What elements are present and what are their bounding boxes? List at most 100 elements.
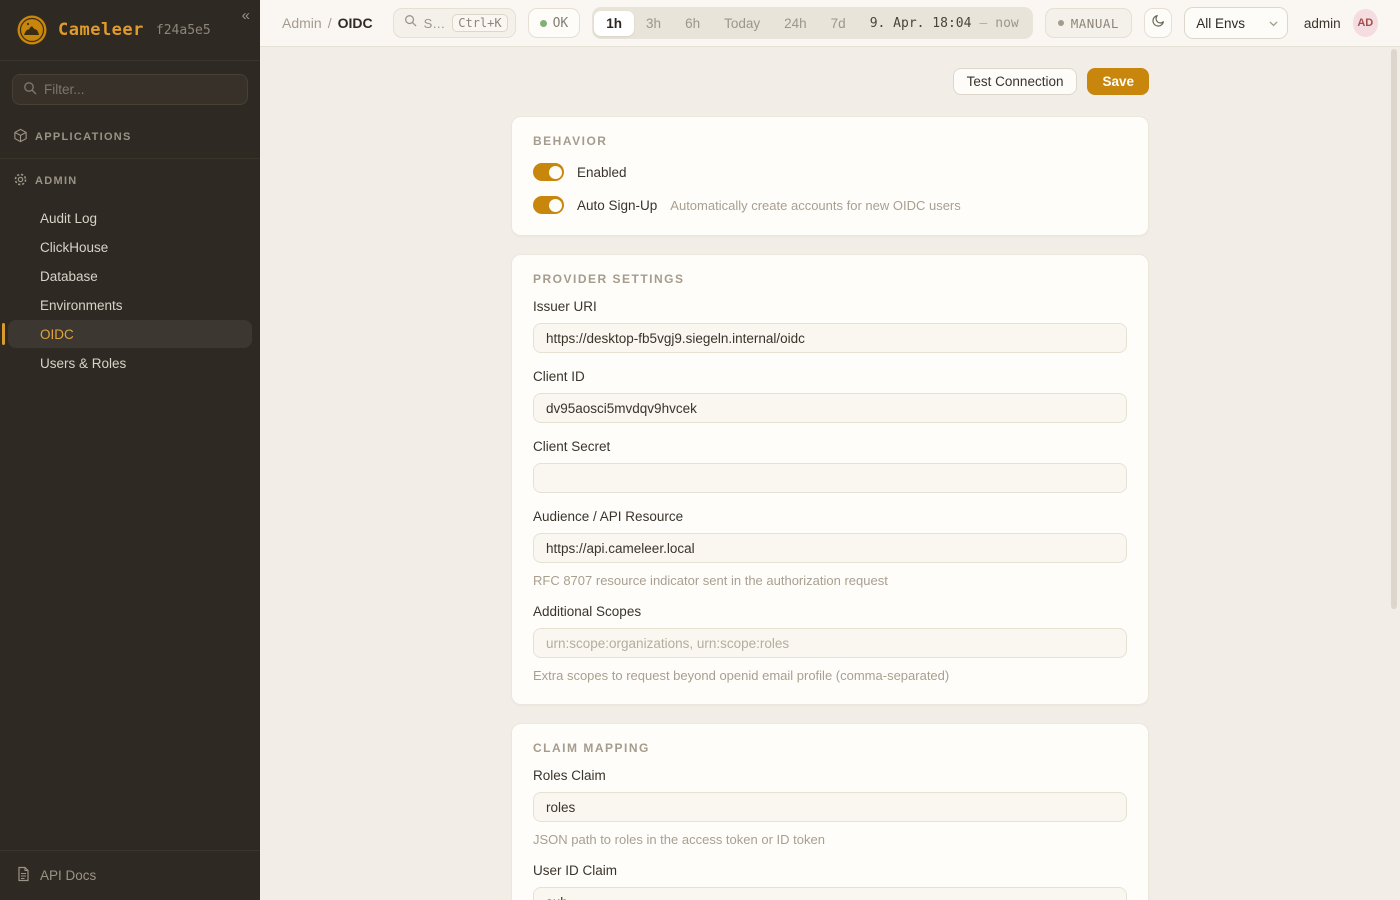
sidebar-item-label: Database bbox=[40, 269, 98, 284]
gear-icon bbox=[13, 172, 28, 190]
date-range-separator: – bbox=[979, 16, 987, 31]
save-button[interactable]: Save bbox=[1087, 68, 1149, 95]
time-range-3h[interactable]: 3h bbox=[634, 11, 673, 36]
date-range-display[interactable]: 9. Apr. 18:04 – now bbox=[858, 16, 1031, 31]
date-range-end: now bbox=[995, 16, 1018, 31]
audience-hint: RFC 8707 resource indicator sent in the … bbox=[533, 573, 1127, 588]
breadcrumb-current: OIDC bbox=[338, 15, 373, 31]
provider-settings-card: PROVIDER SETTINGS Issuer URI Client ID C… bbox=[511, 254, 1149, 705]
roles-claim-label: Roles Claim bbox=[533, 768, 1127, 783]
roles-claim-input[interactable] bbox=[533, 792, 1127, 822]
user-id-claim-input[interactable] bbox=[533, 887, 1127, 900]
environment-select-value: All Envs bbox=[1196, 16, 1245, 31]
time-range-6h[interactable]: 6h bbox=[673, 11, 712, 36]
client-id-label: Client ID bbox=[533, 369, 1127, 384]
global-search-button[interactable]: S… Ctrl+K bbox=[393, 8, 516, 38]
card-title: CLAIM MAPPING bbox=[533, 741, 1127, 755]
search-icon bbox=[23, 81, 37, 98]
client-id-input[interactable] bbox=[533, 393, 1127, 423]
toggle-hint: Automatically create accounts for new OI… bbox=[670, 198, 960, 213]
sidebar-item-database[interactable]: Database bbox=[8, 262, 252, 290]
toggle-knob bbox=[549, 199, 562, 212]
date-range-start: 9. Apr. 18:04 bbox=[870, 16, 972, 31]
sidebar-item-audit-log[interactable]: Audit Log bbox=[8, 204, 252, 232]
time-range-24h[interactable]: 24h bbox=[772, 11, 819, 36]
app-window: Cameleer f24a5e5 « Filter... APPLICATION… bbox=[0, 0, 1400, 900]
sidebar-item-label: Users & Roles bbox=[40, 356, 126, 371]
card-title: BEHAVIOR bbox=[533, 134, 1127, 148]
api-docs-label: API Docs bbox=[40, 868, 96, 883]
sidebar-collapse-icon[interactable]: « bbox=[242, 8, 250, 23]
breadcrumb-parent[interactable]: Admin bbox=[282, 15, 322, 31]
sidebar-section-applications[interactable]: APPLICATIONS bbox=[0, 115, 260, 158]
search-placeholder: S… bbox=[424, 16, 446, 31]
brand-name: Cameleer bbox=[58, 20, 144, 40]
active-indicator-bar bbox=[2, 323, 5, 345]
environment-select[interactable]: All Envs bbox=[1184, 7, 1288, 39]
manual-mode-label: MANUAL bbox=[1071, 16, 1119, 31]
audience-label: Audience / API Resource bbox=[533, 509, 1127, 524]
auto-signup-toggle[interactable] bbox=[533, 196, 564, 214]
admin-nav: Audit Log ClickHouse Database Environmen… bbox=[0, 202, 260, 378]
sidebar-api-docs-link[interactable]: API Docs bbox=[0, 850, 260, 900]
brand-build-hash: f24a5e5 bbox=[156, 23, 211, 38]
content-area: Test Connection Save BEHAVIOR Enabled Au… bbox=[260, 47, 1400, 900]
enabled-toggle-row: Enabled bbox=[533, 163, 1127, 181]
card-title: PROVIDER SETTINGS bbox=[533, 272, 1127, 286]
issuer-uri-label: Issuer URI bbox=[533, 299, 1127, 314]
sidebar-item-users-roles[interactable]: Users & Roles bbox=[8, 349, 252, 377]
additional-scopes-input[interactable] bbox=[533, 628, 1127, 658]
time-range-1h[interactable]: 1h bbox=[594, 11, 634, 36]
sidebar-item-label: Audit Log bbox=[40, 211, 97, 226]
additional-scopes-label: Additional Scopes bbox=[533, 604, 1127, 619]
refresh-mode-badge[interactable]: MANUAL bbox=[1045, 8, 1132, 38]
client-secret-input[interactable] bbox=[533, 463, 1127, 493]
user-avatar[interactable]: AD bbox=[1353, 9, 1378, 37]
behavior-card: BEHAVIOR Enabled Auto Sign-Up Automatica… bbox=[511, 116, 1149, 236]
client-secret-label: Client Secret bbox=[533, 439, 1127, 454]
toggle-label: Enabled bbox=[577, 165, 627, 180]
sidebar-header: Cameleer f24a5e5 « bbox=[0, 0, 260, 61]
status-label: OK bbox=[553, 16, 569, 31]
chevron-down-icon bbox=[1269, 14, 1278, 32]
topbar: Admin / OIDC S… Ctrl+K OK 1h 3h 6h Today bbox=[260, 0, 1400, 47]
search-shortcut-kbd: Ctrl+K bbox=[452, 14, 507, 32]
test-connection-button[interactable]: Test Connection bbox=[953, 68, 1078, 95]
sidebar-item-label: Environments bbox=[40, 298, 123, 313]
sidebar-filter-input[interactable]: Filter... bbox=[12, 74, 248, 105]
time-range-today[interactable]: Today bbox=[712, 11, 772, 36]
breadcrumb-separator: / bbox=[328, 15, 332, 31]
breadcrumb: Admin / OIDC bbox=[282, 15, 373, 31]
filter-placeholder: Filter... bbox=[44, 82, 85, 97]
sidebar-item-clickhouse[interactable]: ClickHouse bbox=[8, 233, 252, 261]
dark-mode-toggle-button[interactable] bbox=[1144, 8, 1172, 38]
toggle-label: Auto Sign-Up bbox=[577, 198, 657, 213]
status-dot-green bbox=[540, 20, 547, 27]
auto-signup-toggle-row: Auto Sign-Up Automatically create accoun… bbox=[533, 196, 1127, 214]
manual-mode-dot bbox=[1058, 20, 1064, 26]
health-status-badge[interactable]: OK bbox=[528, 8, 581, 38]
sidebar-item-oidc[interactable]: OIDC bbox=[8, 320, 252, 348]
time-range-control: 1h 3h 6h Today 24h 7d 9. Apr. 18:04 – no… bbox=[592, 7, 1032, 39]
enabled-toggle[interactable] bbox=[533, 163, 564, 181]
document-icon bbox=[16, 866, 31, 885]
username-label: admin bbox=[1304, 16, 1341, 31]
issuer-uri-input[interactable] bbox=[533, 323, 1127, 353]
section-label: ADMIN bbox=[35, 175, 78, 187]
cameleer-logo-icon bbox=[16, 14, 48, 46]
time-range-7d[interactable]: 7d bbox=[819, 11, 858, 36]
claim-mapping-card: CLAIM MAPPING Roles Claim JSON path to r… bbox=[511, 723, 1149, 900]
sidebar-item-label: OIDC bbox=[40, 327, 74, 342]
toggle-knob bbox=[549, 166, 562, 179]
sidebar-section-admin[interactable]: ADMIN bbox=[0, 159, 260, 202]
audience-input[interactable] bbox=[533, 533, 1127, 563]
moon-icon bbox=[1151, 13, 1166, 33]
search-icon bbox=[404, 14, 417, 32]
roles-claim-hint: JSON path to roles in the access token o… bbox=[533, 832, 1127, 847]
sidebar-item-environments[interactable]: Environments bbox=[8, 291, 252, 319]
page-actions: Test Connection Save bbox=[511, 68, 1149, 95]
additional-scopes-hint: Extra scopes to request beyond openid em… bbox=[533, 668, 1127, 683]
vertical-scrollbar[interactable] bbox=[1391, 49, 1397, 609]
cube-icon bbox=[13, 128, 28, 146]
sidebar: Cameleer f24a5e5 « Filter... APPLICATION… bbox=[0, 0, 260, 900]
